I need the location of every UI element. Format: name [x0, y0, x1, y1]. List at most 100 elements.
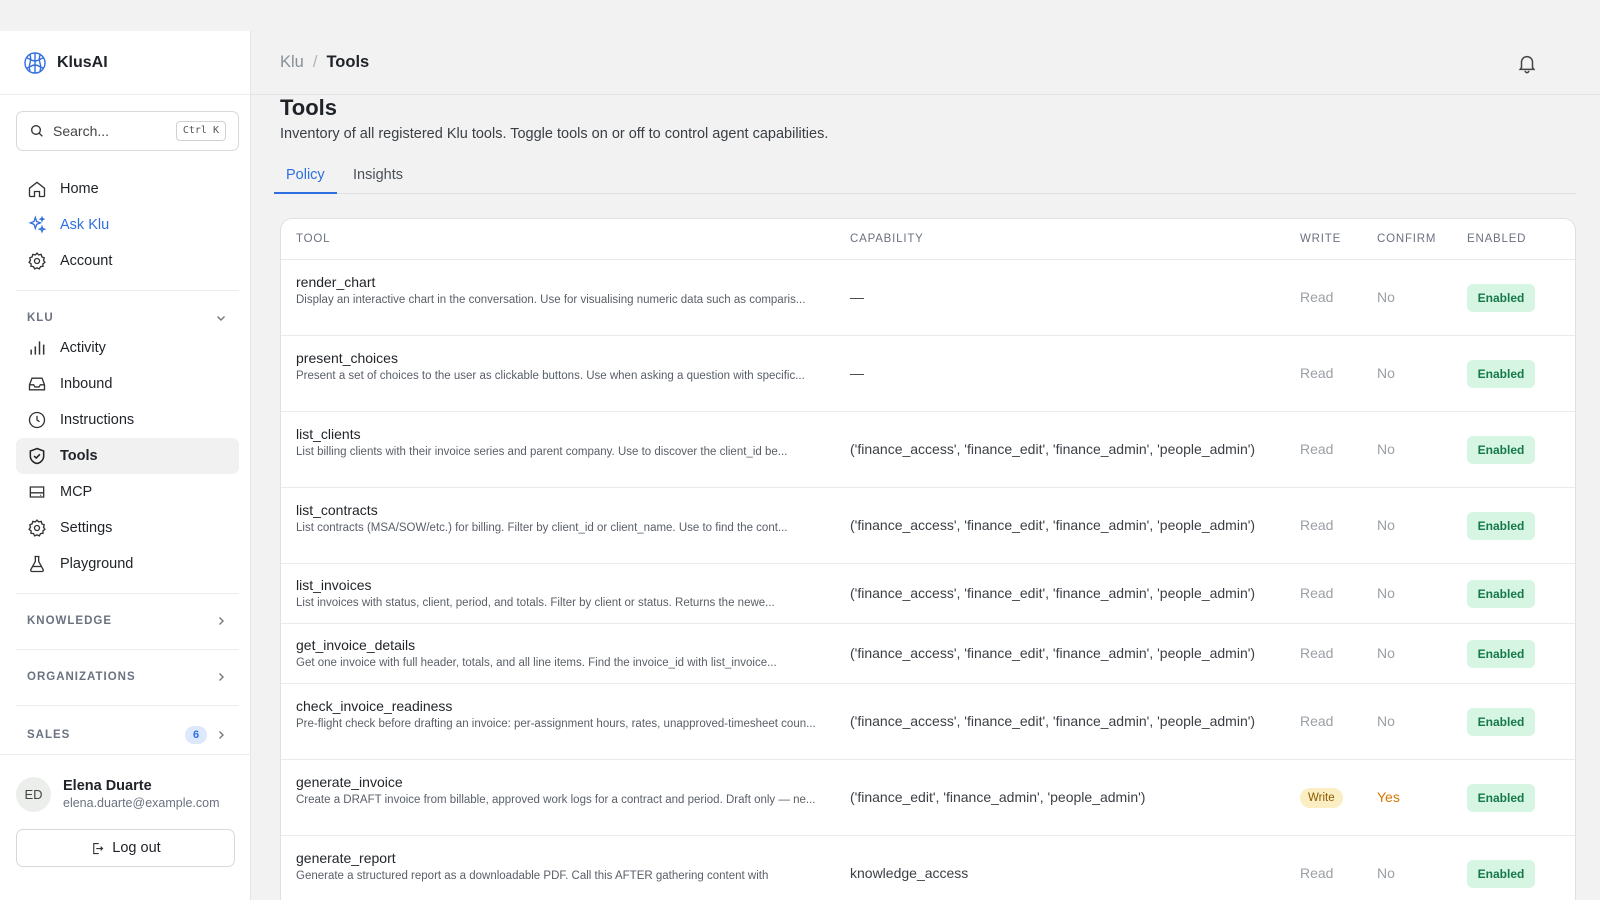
table-row[interactable]: check_invoice_readiness Pre-flight check…: [281, 684, 1575, 760]
section-klu-toggle[interactable]: KLU: [16, 307, 239, 329]
search-box[interactable]: Ctrl K: [16, 111, 239, 151]
tool-name: check_invoice_readiness: [296, 698, 453, 714]
nav-home[interactable]: Home: [16, 171, 239, 207]
header-confirm: CONFIRM: [1377, 233, 1437, 245]
tab-policy[interactable]: Policy: [274, 158, 337, 194]
header-enabled: ENABLED: [1467, 233, 1527, 245]
table-row[interactable]: list_clients List billing clients with t…: [281, 412, 1575, 488]
nav-playground[interactable]: Playground: [16, 546, 239, 582]
brand[interactable]: KlusAI: [0, 31, 250, 95]
search-icon: [31, 125, 43, 137]
header-tool: TOOL: [296, 233, 331, 245]
table-row[interactable]: present_choices Present a set of choices…: [281, 336, 1575, 412]
breadcrumb-separator: /: [312, 53, 318, 71]
enabled-toggle[interactable]: Enabled: [1467, 784, 1535, 812]
tool-description: Display an interactive chart in the conv…: [296, 294, 806, 306]
table-row[interactable]: generate_invoice Create a DRAFT invoice …: [281, 760, 1575, 836]
table-row[interactable]: list_invoices List invoices with status,…: [281, 564, 1575, 624]
divider: [0, 754, 251, 755]
header-write: WRITE: [1300, 233, 1342, 245]
nav-inbound-label: Inbound: [60, 376, 113, 392]
tool-write: Read: [1300, 365, 1334, 381]
top-strip: [0, 0, 1600, 31]
nav-instructions-label: Instructions: [60, 412, 135, 428]
nav-account[interactable]: Account: [16, 243, 239, 279]
chevron-right-icon: [219, 731, 224, 739]
section-knowledge-toggle[interactable]: KNOWLEDGE: [16, 610, 239, 632]
nav-account-label: Account: [60, 253, 113, 269]
breadcrumb-current: Tools: [326, 53, 370, 71]
nav-tools[interactable]: Tools: [16, 438, 239, 474]
enabled-toggle[interactable]: Enabled: [1467, 580, 1535, 608]
table-row[interactable]: generate_report Generate a structured re…: [281, 836, 1575, 900]
chevron-right-icon: [219, 617, 224, 625]
nav-ask-klu[interactable]: Ask Klu: [16, 207, 239, 243]
table-row[interactable]: render_chart Display an interactive char…: [281, 260, 1575, 336]
section-organizations-toggle[interactable]: ORGANIZATIONS: [16, 666, 239, 688]
tool-capability: ('finance_access', 'finance_edit', 'fina…: [850, 645, 1256, 661]
drive-icon: [29, 486, 45, 498]
top-header: Klu / Tools: [251, 31, 1600, 95]
breadcrumb: Klu / Tools: [280, 53, 369, 72]
nav-activity[interactable]: Activity: [16, 330, 239, 366]
main-nav: Home Ask Klu Account: [16, 171, 239, 279]
tool-capability: ('finance_access', 'finance_edit', 'fina…: [850, 517, 1256, 533]
nav-settings[interactable]: Settings: [16, 510, 239, 546]
write-badge: Write: [1300, 788, 1343, 808]
nav-mcp[interactable]: MCP: [16, 474, 239, 510]
tool-name: list_contracts: [296, 502, 378, 518]
section-sales-toggle[interactable]: SALES 6: [16, 724, 239, 746]
tool-name: render_chart: [296, 274, 376, 290]
tool-confirm: No: [1377, 645, 1395, 661]
enabled-toggle[interactable]: Enabled: [1467, 512, 1535, 540]
table-header: TOOL CAPABILITY WRITE CONFIRM ENABLED: [281, 219, 1575, 260]
tool-capability: knowledge_access: [850, 865, 969, 881]
tool-capability: ('finance_access', 'finance_edit', 'fina…: [850, 585, 1256, 601]
brand-name: KlusAI: [57, 53, 108, 71]
tool-name: list_clients: [296, 426, 361, 442]
search-input[interactable]: [53, 123, 163, 139]
enabled-toggle[interactable]: Enabled: [1467, 284, 1535, 312]
table-row[interactable]: get_invoice_details Get one invoice with…: [281, 624, 1575, 684]
tool-write: Read: [1300, 713, 1334, 729]
bell-icon[interactable]: [1516, 52, 1538, 74]
avatar: ED: [16, 776, 51, 812]
nav-instructions[interactable]: Instructions: [16, 402, 239, 438]
nav-activity-label: Activity: [60, 340, 106, 356]
chevron-down-icon: [217, 316, 225, 321]
enabled-toggle[interactable]: Enabled: [1467, 860, 1535, 888]
tab-insights[interactable]: Insights: [341, 158, 415, 194]
enabled-toggle[interactable]: Enabled: [1467, 360, 1535, 388]
tool-capability: ('finance_access', 'finance_edit', 'fina…: [850, 713, 1256, 729]
section-organizations-label: ORGANIZATIONS: [27, 671, 136, 683]
flask-icon: [30, 555, 44, 573]
tool-confirm: No: [1377, 441, 1395, 457]
tool-confirm: No: [1377, 585, 1395, 601]
logout-button[interactable]: Log out: [16, 829, 235, 867]
home-icon: [28, 181, 46, 198]
enabled-toggle[interactable]: Enabled: [1467, 640, 1535, 668]
enabled-toggle[interactable]: Enabled: [1467, 436, 1535, 464]
tool-name: present_choices: [296, 350, 398, 366]
nav-inbound[interactable]: Inbound: [16, 366, 239, 402]
user-profile[interactable]: ED Elena Duarte elena.duarte@example.com: [16, 770, 239, 818]
nav-settings-label: Settings: [60, 520, 113, 536]
nav-home-label: Home: [60, 181, 99, 197]
breadcrumb-root[interactable]: Klu: [280, 53, 304, 72]
user-email: elena.duarte@example.com: [63, 796, 220, 810]
tool-name: list_invoices: [296, 577, 372, 593]
nav-mcp-label: MCP: [60, 484, 93, 500]
shield-check-icon: [29, 447, 45, 465]
tool-confirm: No: [1377, 517, 1395, 533]
divider: [16, 593, 239, 594]
sidebar: KlusAI Ctrl K Home Ask Klu Account KLU A…: [0, 31, 251, 900]
table-row[interactable]: list_contracts List contracts (MSA/SOW/e…: [281, 488, 1575, 564]
tool-confirm: Yes: [1377, 789, 1400, 805]
tool-description: List billing clients with their invoice …: [296, 446, 788, 458]
user-name: Elena Duarte: [63, 778, 152, 794]
enabled-toggle[interactable]: Enabled: [1467, 708, 1535, 736]
search-shortcut: Ctrl K: [175, 121, 226, 141]
nav-tools-label: Tools: [60, 448, 98, 464]
tool-name: get_invoice_details: [296, 637, 416, 653]
nav-playground-label: Playground: [60, 556, 134, 572]
